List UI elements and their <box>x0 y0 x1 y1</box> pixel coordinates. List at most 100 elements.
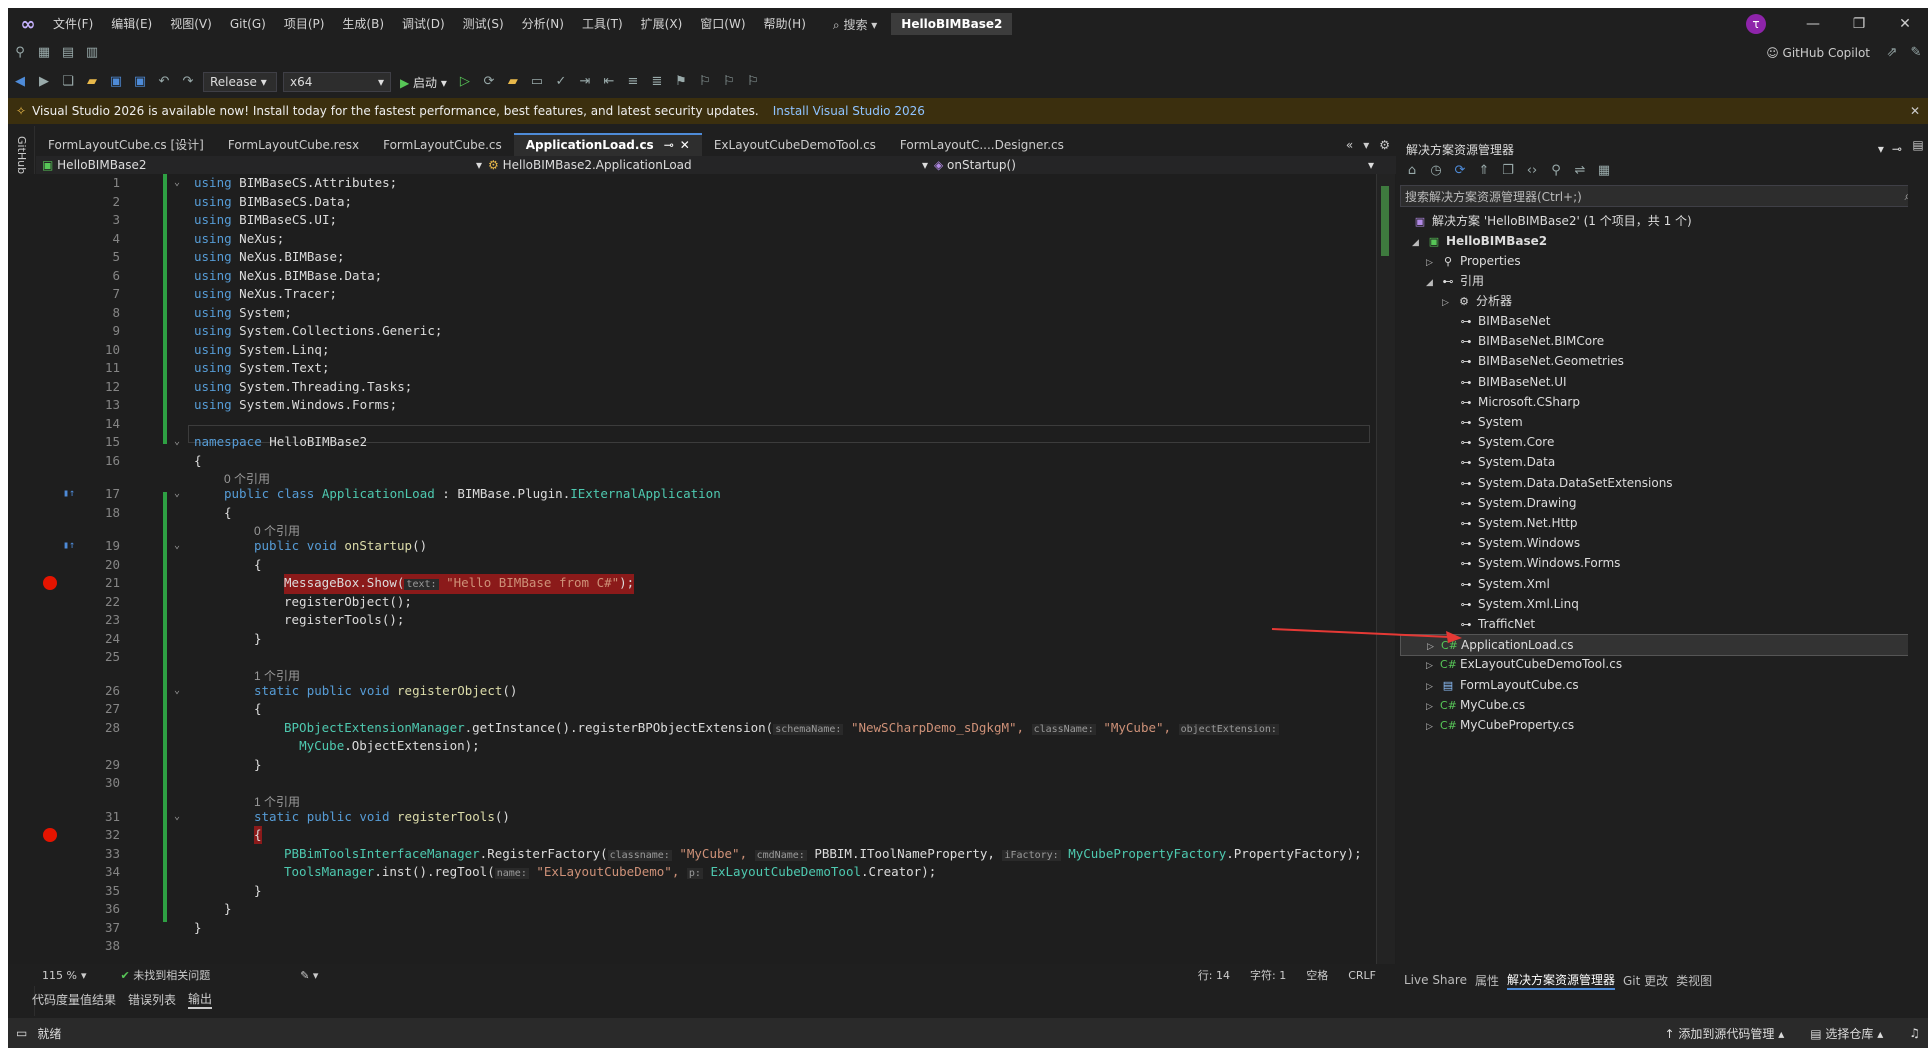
menu-item[interactable]: 项目(P) <box>275 8 334 40</box>
breakpoint-icon[interactable] <box>43 576 57 590</box>
tab-live-share[interactable]: Live Share <box>1404 973 1467 987</box>
close-tab-icon[interactable]: ✕ <box>680 138 690 152</box>
window-icon[interactable]: ▭ <box>527 72 547 92</box>
output-icon[interactable]: ▭ <box>16 1026 27 1040</box>
menu-item[interactable]: Git(G) <box>221 8 275 40</box>
tab-solution-explorer[interactable]: 解决方案资源管理器 <box>1506 971 1615 990</box>
tree-reference-item[interactable]: ⊶ System.Drawing <box>1458 493 1577 513</box>
line-number[interactable]: 33 <box>68 845 120 863</box>
line-number[interactable]: 36 <box>68 900 120 918</box>
outdent-icon[interactable]: ⇤ <box>599 72 619 92</box>
start-button[interactable]: ▶ 启动 ▾ <box>400 74 447 91</box>
menu-item[interactable]: 工具(T) <box>573 8 632 40</box>
indent-icon[interactable]: ⇥ <box>575 72 595 92</box>
fold-toggle-icon[interactable]: ⌄ <box>174 537 180 555</box>
line-number[interactable]: 18 <box>68 504 120 522</box>
collapsed-icon[interactable]: ▷ <box>1426 656 1440 676</box>
tree-reference-item[interactable]: ⊶ System.Xml <box>1458 574 1550 594</box>
tree-reference-item[interactable]: ⊶ BIMBaseNet.UI <box>1458 372 1567 392</box>
tree-reference-item[interactable]: ⊶ BIMBaseNet <box>1458 311 1551 331</box>
tree-solution[interactable]: ▣ 解决方案 'HelloBIMBase2' (1 个项目，共 1 个) <box>1412 211 1692 231</box>
comment-icon[interactable]: ≡ <box>623 72 643 92</box>
line-number[interactable]: 26 <box>68 682 120 700</box>
line-number[interactable]: 22 <box>68 593 120 611</box>
settings-icon[interactable]: ⚙ <box>1379 138 1390 152</box>
tree-analyzers[interactable]: ▷ ⚙ 分析器 <box>1442 291 1512 311</box>
line-number[interactable]: 30 <box>68 774 120 792</box>
tree-reference-item[interactable]: ⊶ System.Core <box>1458 432 1555 452</box>
line-number[interactable]: 29 <box>68 756 120 774</box>
line-number[interactable]: 27 <box>68 700 120 718</box>
line-number[interactable]: 16 <box>68 452 120 470</box>
collapsed-icon[interactable]: ▷ <box>1426 697 1440 717</box>
preview-icon[interactable]: ⇌ <box>1570 161 1590 181</box>
line-number[interactable]: 7 <box>68 285 120 303</box>
fold-toggle-icon[interactable]: ⌄ <box>174 485 180 503</box>
notifications-icon[interactable]: ▤ <box>1908 138 1928 152</box>
properties-icon[interactable]: ⚲ <box>1546 161 1566 181</box>
line-number[interactable]: 6 <box>68 267 120 285</box>
tab-overflow-icon[interactable]: « <box>1346 138 1353 152</box>
tab-formlayoutcube-designer[interactable]: FormLayoutCube.cs [设计] <box>36 134 216 156</box>
bookmark-clear-icon[interactable]: ⚐ <box>743 72 763 92</box>
pending-changes-icon[interactable]: ◷ <box>1426 161 1446 181</box>
line-number[interactable]: 10 <box>68 341 120 359</box>
line-number[interactable]: 24 <box>68 630 120 648</box>
menu-item[interactable]: 窗口(W) <box>691 8 754 40</box>
tree-file-item[interactable]: ▷ ▤ FormLayoutCube.cs <box>1426 675 1579 695</box>
line-number[interactable]: 13 <box>68 396 120 414</box>
tree-project[interactable]: ◢ ▣ HelloBIMBase2 <box>1412 231 1547 251</box>
issues-indicator[interactable]: ✔ 未找到相关问题 <box>120 967 210 983</box>
fold-toggle-icon[interactable]: ⌄ <box>174 682 180 700</box>
line-number[interactable]: 35 <box>68 882 120 900</box>
line-number[interactable]: 4 <box>68 230 120 248</box>
tree-reference-item[interactable]: ⊶ System.Xml.Linq <box>1458 594 1579 614</box>
collapsed-icon[interactable]: ▷ <box>1426 717 1440 737</box>
tab-class-view[interactable]: 类视图 <box>1676 972 1712 989</box>
save-all-icon[interactable]: ▣ <box>130 72 150 92</box>
menu-item[interactable]: 帮助(H) <box>755 8 815 40</box>
menu-item[interactable]: 扩展(X) <box>632 8 692 40</box>
forward-icon[interactable]: ▶ <box>34 72 54 92</box>
tree-reference-item[interactable]: ⊶ System.Data <box>1458 452 1556 472</box>
line-number[interactable]: 11 <box>68 359 120 377</box>
zoom-level[interactable]: 115 % <box>42 969 77 982</box>
line-number[interactable]: 17 <box>68 485 120 503</box>
bookmark-next-icon[interactable]: ⚐ <box>719 72 739 92</box>
user-avatar[interactable]: τ <box>1746 14 1766 34</box>
tree-file-item[interactable]: ▷ C# ApplicationLoad.cs <box>1400 634 1916 657</box>
code-editor[interactable]: 1 ⌄ using BIMBaseCS.Attributes; 2 using BIMB… <box>8 174 1396 964</box>
pin-pane-icon[interactable]: ⊸ <box>1892 142 1902 156</box>
code-icon[interactable]: ‹› <box>1522 161 1542 181</box>
spell-icon[interactable]: ✓ <box>551 72 571 92</box>
pane-dropdown-icon[interactable]: ▾ <box>1878 142 1884 156</box>
show-all-files-icon[interactable]: ❐ <box>1498 161 1518 181</box>
collapse-all-icon[interactable]: ⇑ <box>1474 161 1494 181</box>
open-folder-icon[interactable]: ▰ <box>82 72 102 92</box>
minimize-button[interactable]: — <box>1790 8 1836 40</box>
grid-icon[interactable]: ▦ <box>34 43 54 63</box>
close-window-button[interactable]: ✕ <box>1882 8 1928 40</box>
line-number[interactable]: 28 <box>68 719 120 737</box>
tab-exlayoutcubedemotool-cs[interactable]: ExLayoutCubeDemoTool.cs <box>702 134 888 156</box>
feedback-icon[interactable]: ✎ <box>1906 43 1926 63</box>
uncomment-icon[interactable]: ≣ <box>647 72 667 92</box>
sync-icon[interactable]: ⟳ <box>1450 161 1470 181</box>
tree-reference-item[interactable]: ⊶ BIMBaseNet.Geometries <box>1458 351 1624 371</box>
menu-item[interactable]: 测试(S) <box>454 8 513 40</box>
tab-properties[interactable]: 属性 <box>1475 972 1499 989</box>
line-number[interactable]: 19 <box>68 537 120 555</box>
tree-reference-item[interactable]: ⊶ System <box>1458 412 1523 432</box>
restore-button[interactable]: ❐ <box>1836 8 1882 40</box>
pin-icon[interactable]: ⊸ <box>664 138 674 152</box>
add-to-source-control[interactable]: ↑ 添加到源代码管理 ▴ <box>1664 1025 1784 1042</box>
line-number[interactable]: 21 <box>68 574 120 592</box>
tree-reference-item[interactable]: ⊶ System.Windows <box>1458 533 1581 553</box>
tree-reference-item[interactable]: ⊶ Microsoft.CSharp <box>1458 392 1580 412</box>
fold-toggle-icon[interactable]: ⌄ <box>174 808 180 826</box>
implementation-marker-icon[interactable]: ▮↑ <box>63 485 75 503</box>
layout-icon[interactable]: ▥ <box>82 43 102 63</box>
tab-formlayoutcube-cs[interactable]: FormLayoutCube.cs <box>371 134 514 156</box>
tree-file-item[interactable]: ▷ C# MyCubeProperty.cs <box>1426 715 1574 735</box>
line-number[interactable]: 3 <box>68 211 120 229</box>
